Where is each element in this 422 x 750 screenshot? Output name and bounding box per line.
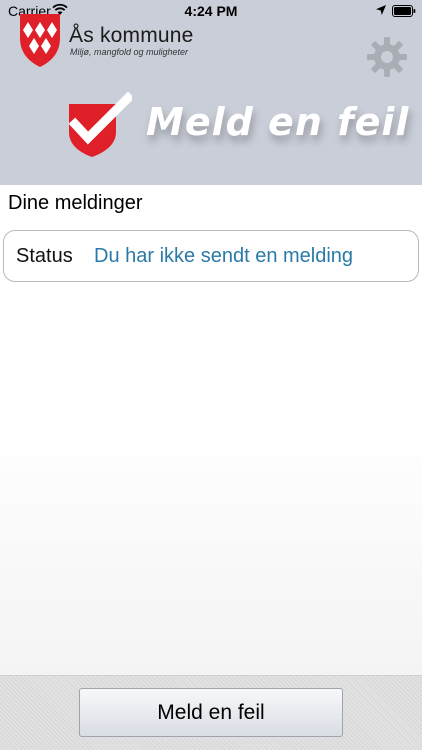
status-card[interactable]: Status Du har ikke sendt en melding: [3, 230, 419, 282]
report-issue-button[interactable]: Meld en feil: [79, 688, 343, 737]
bottom-toolbar: Meld en feil: [0, 675, 422, 750]
clock: 4:24 PM: [184, 3, 238, 19]
municipality-tagline: Miljø, mangfold og muligheter: [70, 47, 189, 57]
status-label: Status: [16, 245, 73, 267]
app-header: Carrier 4:24 PM Ås kommune Miljø, mangfo…: [0, 0, 422, 185]
section-title: Dine meldinger: [8, 192, 143, 214]
battery-icon: [392, 5, 416, 17]
app-title: Meld en feil: [146, 100, 410, 144]
status-value: Du har ikke sendt en melding: [94, 245, 354, 267]
status-bar: Carrier 4:24 PM: [0, 0, 422, 22]
gear-icon[interactable]: [366, 36, 408, 78]
coat-of-arms-icon: [20, 14, 60, 67]
content-background: [0, 420, 422, 675]
checkmark-badge-icon: [68, 92, 132, 157]
municipality-name: Ås kommune: [69, 24, 194, 47]
location-arrow-icon: [376, 5, 386, 15]
